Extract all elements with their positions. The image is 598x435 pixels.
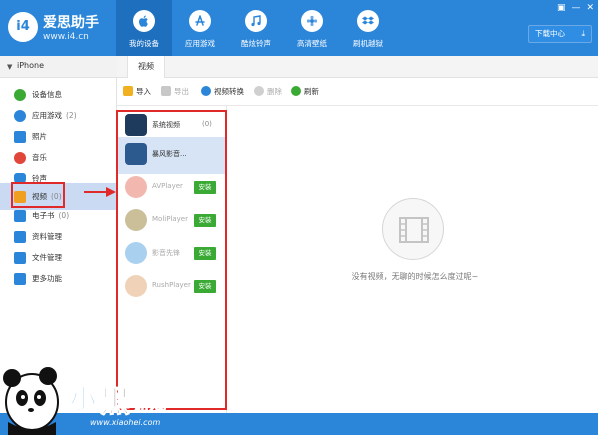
delete-icon [254, 86, 264, 96]
file-icon [14, 252, 26, 264]
annotation-box-video [11, 182, 65, 208]
nav-tab-flash-jailbreak[interactable]: 刷机越狱 [340, 0, 396, 56]
import-button[interactable]: 导入 [123, 86, 151, 98]
sidebar-item-music[interactable]: 音乐 [0, 147, 117, 168]
download-arrow-icon: ⤓ [581, 29, 585, 38]
nav-tab-label: 刷机越狱 [353, 39, 383, 48]
sidebar-item-photos[interactable]: 照片 [0, 126, 117, 147]
app-url: www.i4.cn [43, 32, 89, 42]
device-selector[interactable]: ▼ iPhone [0, 56, 117, 78]
minimize-icon[interactable]: — [571, 2, 580, 14]
download-center-label: 下载中心 [535, 29, 565, 38]
convert-icon [201, 86, 211, 96]
nav-tab-label: 酷炫铃声 [241, 39, 271, 48]
app-store-icon [189, 10, 211, 32]
apple-icon [133, 10, 155, 32]
logo-badge: i4 [8, 12, 38, 42]
video-toolbar: 导入 导出 视频转换 删除 刷新 [117, 78, 598, 106]
app-name: 爱思助手 [43, 15, 99, 31]
nav-tab-label: 高清壁纸 [297, 39, 327, 48]
nav-tab-label: 我的设备 [129, 39, 159, 48]
window-controls: ▣ — ✕ [557, 2, 594, 14]
apps-icon [14, 110, 26, 122]
video-convert-button[interactable]: 视频转换 [201, 86, 244, 98]
sidebar-item-data-management[interactable]: 资料管理 [0, 226, 117, 247]
refresh-button[interactable]: 刷新 [291, 86, 319, 98]
import-icon [123, 86, 133, 96]
music-note-icon [245, 10, 267, 32]
tab-video[interactable]: 视频 [127, 56, 165, 78]
sidebar-item-more[interactable]: 更多功能 [0, 268, 117, 289]
annotation-box-app-list [116, 110, 227, 410]
top-header: i4 爱思助手 www.i4.cn 我的设备 应用游戏 酷炫铃声 高清壁纸 刷机… [0, 0, 598, 56]
export-button[interactable]: 导出 [161, 86, 189, 98]
sidebar-item-label: 资料管理 [32, 232, 62, 241]
dropbox-icon [357, 10, 379, 32]
i4-assistant-window: i4 爱思助手 www.i4.cn 我的设备 应用游戏 酷炫铃声 高清壁纸 刷机… [0, 0, 598, 435]
sidebar-item-device-info[interactable]: 设备信息 [0, 84, 117, 105]
sidebar-item-label: 照片 [32, 132, 47, 141]
nav-tab-label: 应用游戏 [185, 39, 215, 48]
sidebar: 设备信息 应用游戏 (2) 照片 音乐 铃声 视频 (0) 电子书 (0) 资料管理 [0, 78, 117, 413]
expand-triangle-icon: ▼ [7, 63, 13, 71]
device-name: iPhone [17, 61, 45, 70]
empty-state-message: 没有视频，无聊的时候怎么度过呢~ [351, 272, 479, 281]
music-icon [14, 152, 26, 164]
sidebar-item-label: 设备信息 [32, 90, 62, 99]
close-icon[interactable]: ✕ [586, 2, 594, 14]
photo-icon [14, 131, 26, 143]
sidebar-item-label: 文件管理 [32, 253, 62, 262]
delete-button[interactable]: 删除 [254, 86, 282, 98]
export-icon [161, 86, 171, 96]
empty-video-icon [382, 198, 444, 260]
annotation-arrow-icon [84, 187, 116, 197]
sidebar-item-label: 应用游戏 (2) [32, 111, 77, 120]
sidebar-item-file-management[interactable]: 文件管理 [0, 247, 117, 268]
sidebar-item-ebooks[interactable]: 电子书 (0) [0, 205, 117, 226]
app-logo: i4 爱思助手 www.i4.cn [8, 8, 112, 48]
info-icon [14, 89, 26, 101]
nav-tab-ringtones[interactable]: 酷炫铃声 [228, 0, 284, 56]
refresh-icon [291, 86, 301, 96]
sidebar-item-label: 音乐 [32, 153, 47, 162]
content-tab-strip: 视频 [117, 56, 598, 78]
sidebar-item-label: 更多功能 [32, 274, 62, 283]
sidebar-item-apps[interactable]: 应用游戏 (2) [0, 105, 117, 126]
watermark-url: www.xiaohei.com [90, 418, 161, 427]
nav-tab-my-device[interactable]: 我的设备 [116, 0, 172, 56]
more-icon [14, 273, 26, 285]
download-center-button[interactable]: 下载中心 ⤓ [528, 25, 592, 43]
sidebar-item-label: 电子书 (0) [32, 211, 70, 220]
nav-tab-wallpapers[interactable]: 高清壁纸 [284, 0, 340, 56]
flower-icon [301, 10, 323, 32]
ebook-icon [14, 210, 26, 222]
nav-tab-apps-games[interactable]: 应用游戏 [172, 0, 228, 56]
skin-icon[interactable]: ▣ [557, 2, 566, 14]
contacts-icon [14, 231, 26, 243]
